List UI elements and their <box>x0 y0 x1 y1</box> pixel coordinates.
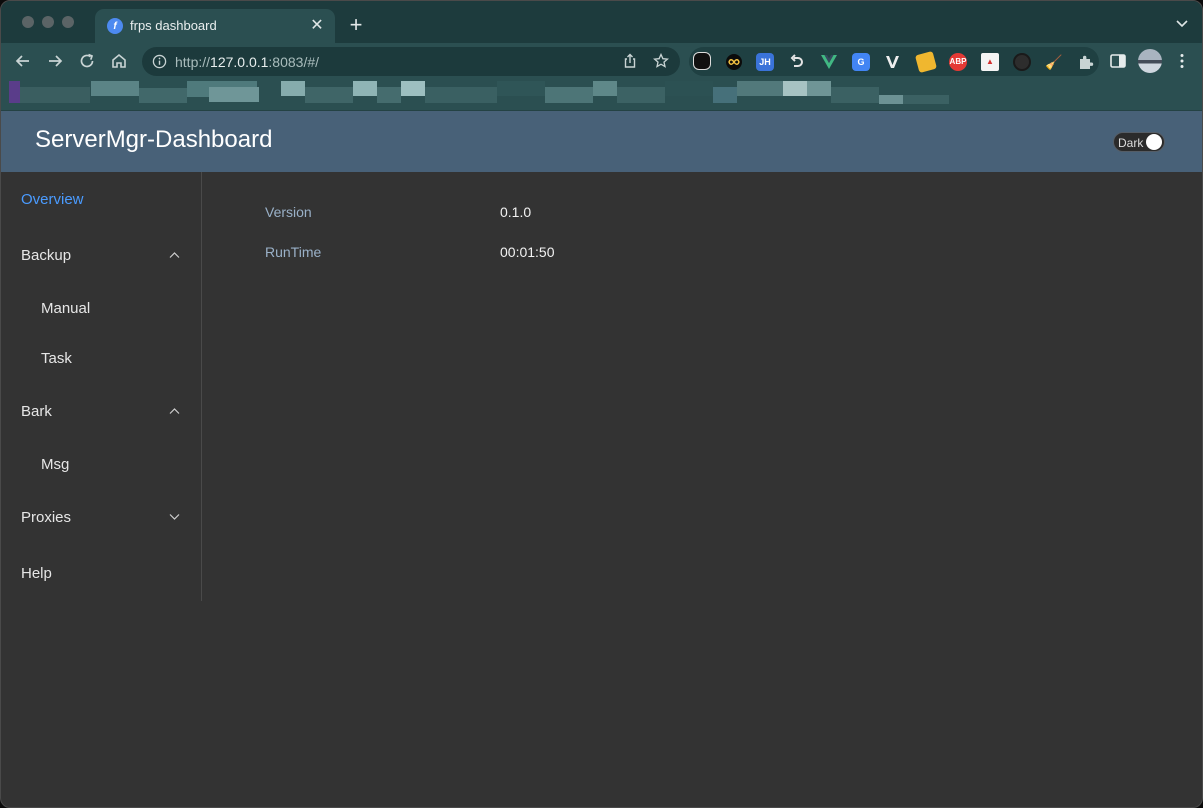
overview-panel: Version 0.1.0 RunTime 00:01:50 <box>203 172 1202 807</box>
address-bar[interactable]: http://127.0.0.1:8083/#/ <box>142 47 680 76</box>
extensions-bar: JH G ABP ▲ 🧹 <box>689 47 1099 76</box>
dark-mode-label: Dark <box>1118 136 1144 150</box>
toggle-knob <box>1146 134 1162 150</box>
browser-tab[interactable]: f frps dashboard ✕ <box>95 9 335 43</box>
chevron-down-icon <box>169 514 180 520</box>
close-tab-icon[interactable]: ✕ <box>307 16 327 36</box>
profile-avatar[interactable] <box>1138 49 1162 73</box>
zoom-window-button[interactable] <box>62 16 74 28</box>
sidebar-item-proxies[interactable]: Proxies <box>1 493 201 543</box>
sidebar-item-label: Proxies <box>21 509 72 526</box>
translate-icon[interactable]: G <box>852 53 870 71</box>
chevron-up-icon <box>169 252 180 258</box>
forward-icon[interactable] <box>45 51 65 71</box>
window-controls <box>22 16 74 28</box>
puzzle-icon[interactable] <box>1077 53 1095 71</box>
tab-title: frps dashboard <box>130 18 217 33</box>
v-icon[interactable] <box>884 53 902 71</box>
bookmarks-bar <box>1 79 1202 111</box>
sidebar-item-bark[interactable]: Bark <box>1 387 201 437</box>
page-title: ServerMgr-Dashboard <box>35 126 273 153</box>
back-icon[interactable] <box>13 51 33 71</box>
sidebar-item-label: Task <box>41 350 72 367</box>
bookmark-star-icon[interactable] <box>653 53 669 69</box>
chevron-up-icon <box>169 408 180 414</box>
sidebar-item-label: Help <box>21 565 52 582</box>
browser-window: f frps dashboard ✕ + http://127.0.0.1:80… <box>0 0 1203 808</box>
dark-mode-toggle[interactable]: Dark <box>1113 132 1165 152</box>
more-menu-icon[interactable] <box>1173 52 1191 70</box>
infinity-icon[interactable] <box>725 53 743 71</box>
version-label: Version <box>265 204 312 220</box>
sidebar-menu: Overview Backup Manual Task Bark Msg Pro… <box>1 172 202 601</box>
vue-icon[interactable] <box>820 53 838 71</box>
home-icon[interactable] <box>109 51 129 71</box>
url-prefix: http:// <box>175 54 211 70</box>
new-tab-button[interactable]: + <box>345 14 367 36</box>
share-icon[interactable] <box>622 53 638 69</box>
app-header: ServerMgr-Dashboard <box>1 111 1202 172</box>
sidebar-item-overview[interactable]: Overview <box>1 175 201 225</box>
sidebar-item-msg[interactable]: Msg <box>1 440 201 490</box>
sidebar-item-label: Backup <box>21 247 72 264</box>
url-text: http://127.0.0.1:8083/#/ <box>175 54 319 70</box>
sidebar-item-label: Overview <box>21 191 84 208</box>
cheese-icon[interactable] <box>914 50 938 74</box>
url-suffix: :8083/#/ <box>268 54 320 70</box>
abp-icon[interactable]: ABP <box>949 53 967 71</box>
sidebar-item-label: Msg <box>41 456 70 473</box>
undo-icon[interactable] <box>788 53 806 71</box>
sidebar-item-label: Manual <box>41 300 91 317</box>
tab-strip: f frps dashboard ✕ + <box>1 1 1202 43</box>
side-panel-icon[interactable] <box>1109 52 1127 70</box>
ghostery-icon[interactable] <box>693 52 711 70</box>
browser-toolbar: http://127.0.0.1:8083/#/ JH G ABP ▲ 🧹 <box>1 43 1202 79</box>
broom-icon[interactable]: 🧹 <box>1045 53 1063 71</box>
site-info-icon[interactable] <box>152 54 167 69</box>
sidebar-item-task[interactable]: Task <box>1 334 201 384</box>
close-window-button[interactable] <box>22 16 34 28</box>
reload-icon[interactable] <box>77 51 97 71</box>
sidebar-item-backup[interactable]: Backup <box>1 231 201 281</box>
dark-circle-icon[interactable] <box>1013 53 1031 71</box>
sidebar-item-label: Bark <box>21 403 52 420</box>
pdf-icon[interactable]: ▲ <box>981 53 999 71</box>
runtime-value: 00:01:50 <box>500 244 555 260</box>
runtime-label: RunTime <box>265 244 322 260</box>
sidebar-item-help[interactable]: Help <box>1 549 201 599</box>
sidebar-item-manual[interactable]: Manual <box>1 284 201 334</box>
minimize-window-button[interactable] <box>42 16 54 28</box>
version-value: 0.1.0 <box>500 204 532 220</box>
jh-icon[interactable]: JH <box>756 53 774 71</box>
tab-search-icon[interactable] <box>1174 15 1190 31</box>
feather-icon: f <box>107 18 123 34</box>
url-host: 127.0.0.1 <box>210 54 269 70</box>
